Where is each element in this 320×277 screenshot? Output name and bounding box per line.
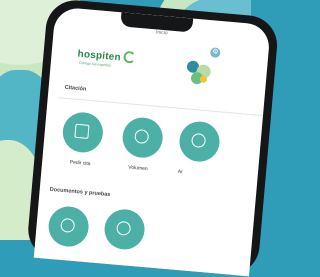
tile-button-3[interactable]	[177, 119, 222, 164]
logo-ring-icon	[123, 50, 137, 64]
tile-button-4[interactable]	[46, 204, 91, 249]
phone-screen: Inicio ⚙ hospiten Contigo tus expertos C…	[33, 6, 271, 277]
circle-icon	[190, 132, 207, 149]
refresh-icon	[134, 128, 150, 145]
tile-label: Volumen	[127, 164, 148, 173]
section-title-documentos: Documentos y pruebas	[49, 186, 111, 199]
avatar[interactable]	[185, 60, 213, 88]
pedir-cita-button[interactable]	[61, 110, 105, 155]
tile-label: Ar	[177, 168, 184, 176]
pulse-icon	[116, 220, 132, 236]
tile-button-5[interactable]	[102, 207, 147, 252]
calendar-icon	[74, 123, 90, 139]
volumen-button[interactable]	[120, 115, 165, 160]
settings-icon[interactable]: ⚙	[209, 47, 221, 59]
section-title-citacion: Citación	[64, 84, 87, 93]
avatar-shape	[199, 75, 208, 84]
clock-icon	[60, 217, 76, 234]
phone-frame: Inicio ⚙ hospiten Contigo tus expertos C…	[25, 0, 280, 277]
tile-label: Pedir cita	[69, 159, 91, 168]
